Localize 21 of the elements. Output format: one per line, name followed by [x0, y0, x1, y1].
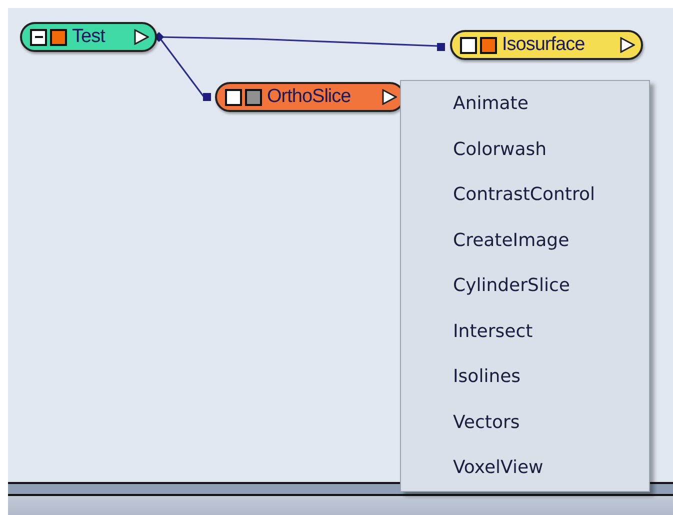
port-icon — [437, 43, 445, 51]
menu-item[interactable]: Isolines — [401, 362, 649, 408]
menu-item[interactable]: Intersect — [401, 316, 649, 362]
module-node[interactable]: Test — [20, 22, 157, 52]
toggle-box[interactable] — [30, 28, 47, 46]
menu-item[interactable]: VoxelView — [401, 453, 649, 498]
node-label: OrthoSlice — [267, 86, 352, 108]
menu-item[interactable]: ContrastControl — [401, 180, 649, 226]
menu-item[interactable]: Colorwash — [401, 134, 649, 180]
node-label: Isosurface — [502, 34, 586, 56]
module-node[interactable]: Isosurface — [450, 30, 643, 60]
menu-item[interactable]: CylinderSlice — [401, 271, 649, 316]
menu-item[interactable]: Vectors — [401, 408, 649, 453]
toggle-box[interactable] — [225, 88, 242, 106]
toggle-box[interactable] — [460, 36, 477, 54]
play-icon[interactable] — [619, 37, 635, 53]
menu-item[interactable]: CreateImage — [401, 226, 649, 271]
node-label: Test — [72, 26, 106, 48]
play-icon[interactable] — [133, 29, 149, 45]
play-icon[interactable] — [381, 89, 397, 105]
port-icon — [203, 93, 211, 101]
